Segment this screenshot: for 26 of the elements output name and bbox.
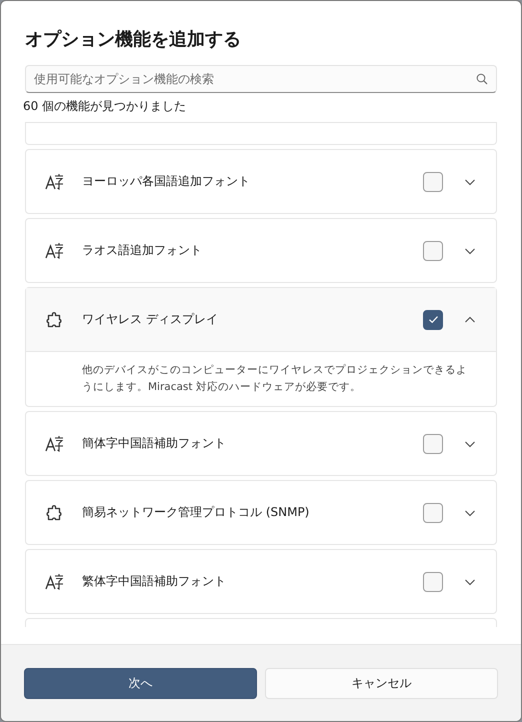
puzzle-icon (44, 502, 64, 522)
checkbox[interactable] (423, 240, 443, 260)
feature-description: 他のデバイスがこのコンピューターにワイヤレスでプロジェクションできるようにします。Miracast 対応のハードウェアが必要です。 (81, 363, 468, 395)
search-field[interactable]: 使用可能なオプション機能の検索 (25, 65, 497, 93)
puzzle-icon (44, 310, 64, 330)
feature-name: 簡体字中国語補助フォント (82, 435, 227, 452)
checkbox[interactable] (423, 310, 443, 330)
checkbox[interactable] (423, 572, 443, 592)
result-count: 60 個の機能が見つかりました (23, 98, 188, 114)
checkbox[interactable] (423, 172, 443, 192)
feature-name: ヨーロッパ各国語追加フォント (82, 173, 251, 190)
checkbox[interactable] (423, 434, 443, 454)
next-button[interactable]: 次へ (24, 668, 257, 698)
feature-name: 簡易ネットワーク管理プロトコル (SNMP) (82, 504, 310, 521)
font-icon (44, 572, 64, 592)
font-icon (44, 172, 64, 192)
font-icon (44, 434, 64, 454)
search-icon (476, 73, 488, 85)
feature-name: 繁体字中国語補助フォント (82, 573, 227, 590)
font-icon (44, 240, 64, 260)
checkbox[interactable] (423, 502, 443, 522)
checkmark-icon (428, 314, 438, 325)
cancel-button[interactable]: キャンセル (265, 668, 498, 698)
feature-name: ワイヤレス ディスプレイ (82, 311, 219, 328)
dialog-title: オプション機能を追加する (25, 28, 242, 52)
feature-name: ラオス語追加フォント (82, 242, 203, 259)
